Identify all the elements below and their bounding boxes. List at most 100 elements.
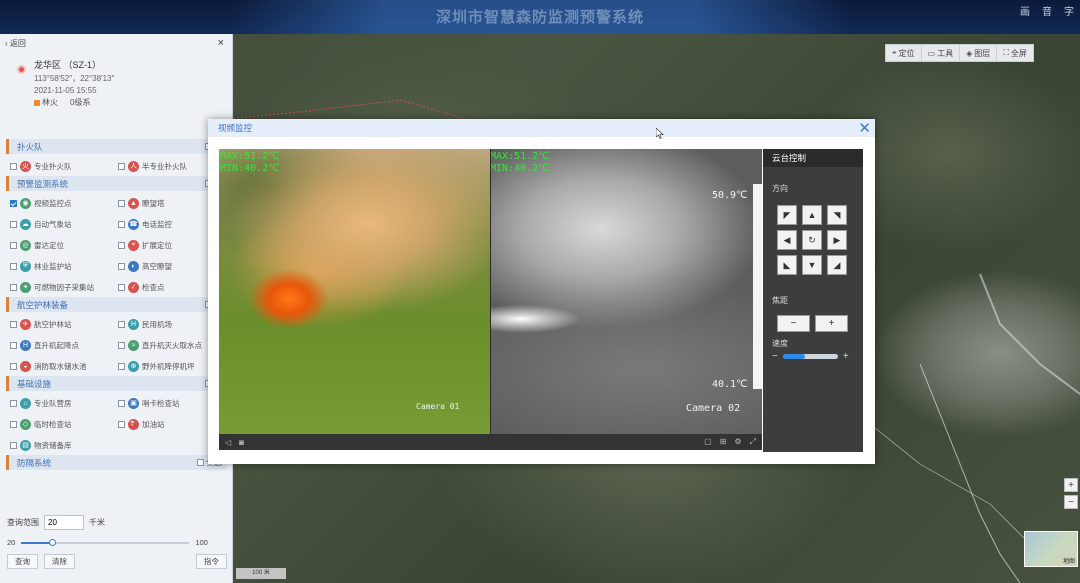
layer-item[interactable]: ✦ 可燃物因子采集站 bbox=[10, 280, 118, 294]
guard-icon: ⛨ bbox=[20, 260, 31, 272]
layer-item[interactable]: ☁ 自动气象站 bbox=[10, 217, 118, 231]
speed-plus-button[interactable]: + bbox=[843, 351, 849, 362]
video-controls-right: ▢ ⊞ ⚙ ⤢ bbox=[704, 437, 756, 447]
layer-checkbox[interactable] bbox=[10, 399, 17, 407]
fullscreen-icon[interactable]: ⤢ bbox=[750, 437, 756, 447]
camera-02-thermal-feed[interactable]: MAX:51.2℃ MIN:40.2℃ 50.9℃ 40.1℃ Camera 0… bbox=[491, 149, 762, 434]
layer-checkbox[interactable] bbox=[10, 262, 17, 270]
location-name: 龙华区 （SZ-1） bbox=[34, 60, 102, 70]
clear-button[interactable]: 清除 bbox=[44, 554, 75, 569]
range-input[interactable] bbox=[44, 515, 84, 530]
layers-icon: ◈ bbox=[966, 48, 973, 58]
toolbar-locate[interactable]: ⌖ 定位 bbox=[886, 45, 922, 61]
layer-item[interactable]: ▤ 物资储备库 bbox=[10, 438, 118, 452]
layer-checkbox[interactable] bbox=[118, 220, 125, 228]
panel-close-button[interactable]: × bbox=[218, 37, 224, 49]
ptz-up-right-button[interactable]: ◥ bbox=[827, 205, 847, 225]
cam2-bottom-temp: 40.1℃ bbox=[712, 379, 748, 390]
camera-01-feed[interactable]: MAX:51.2℃ MIN:40.2℃ Camera 01 bbox=[219, 149, 490, 434]
video-controls: ◁ ◙ ▢ ⊞ ⚙ ⤢ bbox=[219, 434, 762, 450]
toolbar-fullscreen[interactable]: ⛶ 全屏 bbox=[997, 45, 1033, 61]
range-slider-handle[interactable] bbox=[48, 538, 56, 546]
ptz-reset-button[interactable]: ↻ bbox=[802, 230, 822, 250]
snapshot-icon[interactable]: ◙ bbox=[239, 438, 244, 447]
layer-label: 专业扑火队 bbox=[34, 161, 72, 171]
section-title: 航空护林装备 bbox=[17, 299, 69, 310]
layer-checkbox[interactable] bbox=[118, 320, 125, 328]
toolbar-tools[interactable]: ▭ 工具 bbox=[922, 45, 961, 61]
header-tool-draw[interactable]: 画 bbox=[1020, 3, 1030, 18]
dispatch-button[interactable]: 指令 bbox=[196, 554, 227, 569]
section-header[interactable]: 航空护林装备全 bbox=[6, 297, 226, 312]
ptz-control-panel: 云台控制 方向 ◤ ▲ ◥ ◀ ↻ ▶ ◣ ▼ ◢ 焦距 − + 速度 − + bbox=[763, 149, 863, 452]
section-header[interactable]: 预警监测系统全 bbox=[6, 176, 226, 191]
layer-item[interactable]: ⌂ 专业队营房 bbox=[10, 396, 118, 410]
ptz-down-button[interactable]: ▼ bbox=[802, 255, 822, 275]
layer-checkbox[interactable] bbox=[118, 241, 125, 249]
layer-label: 半专业扑火队 bbox=[142, 161, 187, 171]
record-icon[interactable]: ▢ bbox=[704, 437, 712, 447]
layer-checkbox[interactable] bbox=[10, 320, 17, 328]
layer-checkbox[interactable] bbox=[10, 420, 17, 428]
layer-item[interactable]: ◉ 视频监控点 bbox=[10, 196, 118, 210]
zoom-out-button[interactable]: − bbox=[1064, 495, 1078, 509]
layer-item[interactable]: ◇ 临时检查站 bbox=[10, 417, 118, 431]
header-tool-text[interactable]: 字 bbox=[1064, 3, 1074, 18]
layer-checkbox[interactable] bbox=[10, 241, 17, 249]
layer-checkbox[interactable] bbox=[10, 220, 17, 228]
layer-checkbox[interactable] bbox=[118, 420, 125, 428]
layer-item[interactable]: ◒ 消防取水储水池 bbox=[10, 359, 118, 373]
ptz-up-button[interactable]: ▲ bbox=[802, 205, 822, 225]
section-header[interactable]: 防隔系统全选 bbox=[6, 455, 226, 470]
layer-label: 扩展定位 bbox=[142, 240, 172, 250]
ptz-down-left-button[interactable]: ◣ bbox=[777, 255, 797, 275]
section-header[interactable]: 扑火队全 bbox=[6, 139, 226, 154]
ptz-left-button[interactable]: ◀ bbox=[777, 230, 797, 250]
section-header[interactable]: 基础设施全 bbox=[6, 376, 226, 391]
map-scale: 100 米 bbox=[236, 568, 286, 579]
ptz-right-button[interactable]: ▶ bbox=[827, 230, 847, 250]
layer-item[interactable]: H 直升机起降点 bbox=[10, 338, 118, 352]
layer-item[interactable]: 火专业扑火队 bbox=[10, 159, 118, 173]
toolbar-layers[interactable]: ◈ 图层 bbox=[960, 45, 998, 61]
ptz-down-right-button[interactable]: ◢ bbox=[827, 255, 847, 275]
volume-icon[interactable]: ◁ bbox=[225, 438, 231, 447]
layer-checkbox[interactable] bbox=[10, 162, 17, 170]
range-unit: 千米 bbox=[89, 518, 105, 527]
range-label: 查询范围 bbox=[7, 518, 39, 527]
layer-checkbox[interactable] bbox=[10, 341, 17, 349]
layer-item[interactable]: ✈ 航空护林站 bbox=[10, 317, 118, 331]
layer-checkbox[interactable] bbox=[118, 399, 125, 407]
focus-minus-button[interactable]: − bbox=[777, 315, 810, 332]
layer-checkbox[interactable] bbox=[10, 283, 17, 291]
settings-icon[interactable]: ⚙ bbox=[734, 437, 741, 447]
zoom-in-button[interactable]: + bbox=[1064, 478, 1078, 492]
layer-checkbox[interactable] bbox=[118, 283, 125, 291]
layer-checkbox[interactable] bbox=[10, 441, 17, 449]
fullscreen-icon: ⛶ bbox=[1003, 48, 1009, 57]
layer-checkbox[interactable] bbox=[118, 262, 125, 270]
focus-plus-button[interactable]: + bbox=[815, 315, 848, 332]
select-all-checkbox[interactable] bbox=[197, 459, 204, 466]
layer-item[interactable]: ⛨ 林业监护站 bbox=[10, 259, 118, 273]
level-status: 0级系 bbox=[70, 98, 91, 107]
ptz-title: 云台控制 bbox=[763, 149, 863, 167]
speed-minus-button[interactable]: − bbox=[772, 351, 778, 362]
range-slider[interactable] bbox=[21, 538, 190, 546]
query-button[interactable]: 查询 bbox=[7, 554, 38, 569]
layer-checkbox[interactable] bbox=[118, 162, 125, 170]
layer-checkbox[interactable] bbox=[10, 199, 17, 207]
minimap[interactable]: 地图 bbox=[1024, 531, 1078, 567]
layer-checkbox[interactable] bbox=[118, 199, 125, 207]
header-tool-audio[interactable]: 音 bbox=[1042, 3, 1052, 18]
speed-slider[interactable] bbox=[782, 354, 838, 359]
layer-checkbox[interactable] bbox=[10, 362, 17, 370]
layer-checkbox[interactable] bbox=[118, 341, 125, 349]
split-layout-icon[interactable]: ⊞ bbox=[720, 437, 727, 447]
layer-item[interactable]: ◎ 雷达定位 bbox=[10, 238, 118, 252]
layer-checkbox[interactable] bbox=[118, 362, 125, 370]
dialog-close-button[interactable]: ✕ bbox=[858, 121, 871, 136]
back-link[interactable]: ‹ 返回 bbox=[5, 38, 26, 49]
video-player[interactable]: MAX:51.2℃ MIN:40.2℃ Camera 01 MAX:51.2℃ … bbox=[219, 149, 762, 450]
ptz-up-left-button[interactable]: ◤ bbox=[777, 205, 797, 225]
